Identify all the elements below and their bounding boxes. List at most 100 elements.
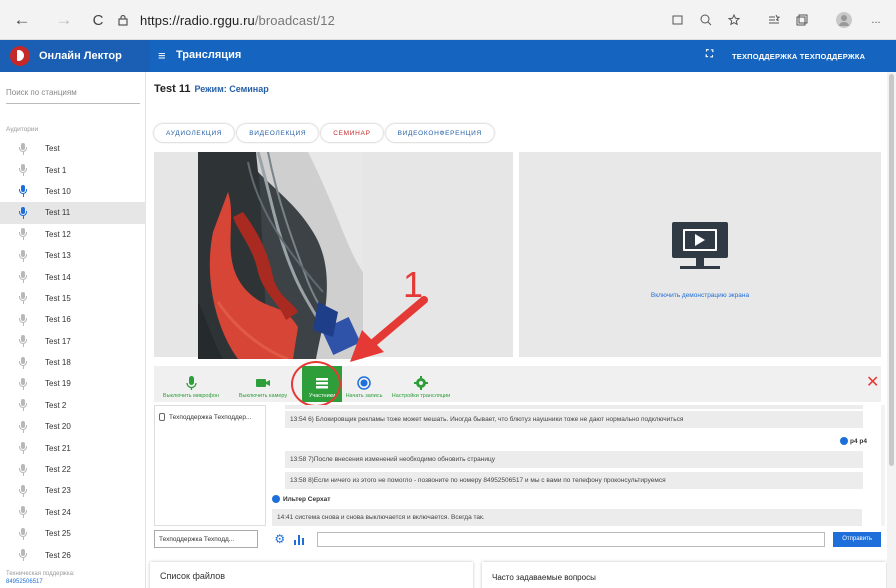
station-list: Test Test 1 Test 10 Test 11 Test 12 Test 13 Te…	[0, 138, 146, 566]
zoom-icon[interactable]	[696, 10, 716, 30]
cast-icon[interactable]	[668, 10, 688, 30]
brand[interactable]: Онлайн Лектор	[0, 40, 150, 72]
forward-icon[interactable]: →	[52, 8, 76, 32]
station-item[interactable]: Test 16	[0, 309, 146, 330]
station-title: Test 11	[154, 83, 191, 95]
favorites-list-icon[interactable]	[764, 10, 784, 30]
files-panel: Список файлов	[150, 562, 473, 588]
collections-icon[interactable]	[792, 10, 812, 30]
sender-select[interactable]: Техподдержка Техподд...	[154, 530, 258, 548]
header-title: Трансляция	[176, 49, 242, 61]
address-bar[interactable]: https://radio.rggu.ru/broadcast/12	[116, 8, 868, 32]
back-icon[interactable]: ←	[10, 8, 34, 32]
participant-name: Техподдержка Техподдер...	[169, 413, 252, 421]
station-item[interactable]: Test 12	[0, 224, 146, 245]
station-item[interactable]: Test 13	[0, 245, 146, 266]
station-item[interactable]: Test 25	[0, 523, 146, 544]
fullscreen-icon[interactable]: ⛶	[706, 49, 713, 60]
mode-tab[interactable]: ВИДЕОКОНФЕРЕНЦИЯ	[385, 124, 494, 142]
lock-icon	[116, 13, 130, 27]
station-search-input[interactable]	[6, 82, 140, 104]
station-label: Test 18	[45, 358, 71, 368]
chat-scrollbar[interactable]	[881, 405, 885, 526]
record-button[interactable]: Начать запись	[342, 366, 386, 402]
mode-tab[interactable]: ВИДЕОЛЕКЦИЯ	[237, 124, 319, 142]
station-item[interactable]: Test 10	[0, 181, 146, 202]
microphone-icon	[18, 527, 28, 540]
microphone-icon	[18, 420, 28, 433]
station-item[interactable]: Test 20	[0, 416, 146, 437]
mode-tab[interactable]: СЕМИНАР	[321, 124, 383, 142]
station-label: Test 2	[45, 400, 67, 410]
station-item[interactable]: Test 15	[0, 288, 146, 309]
gear-icon	[414, 376, 428, 390]
station-item[interactable]: Test 14	[0, 266, 146, 287]
main-content: Test 11 Режим: Семинар АУДИОЛЕКЦИЯ ВИДЕОЛЕ…	[146, 72, 886, 588]
broadcast-settings-button[interactable]: Настройки трансляции	[386, 366, 456, 402]
favorite-star-icon[interactable]	[724, 10, 744, 30]
camera-toggle-button[interactable]: Выключить камеру	[230, 366, 296, 402]
mic-icon	[159, 413, 165, 421]
gear-icon[interactable]: ⚙	[273, 532, 287, 546]
app-header: Онлайн Лектор ≡ Трансляция ⛶ ТЕХПОДДЕРЖК…	[0, 40, 896, 72]
station-item[interactable]: Test 26	[0, 544, 146, 565]
microphone-icon	[18, 228, 28, 241]
brand-name: Онлайн Лектор	[39, 50, 122, 62]
microphone-icon	[18, 506, 28, 519]
microphone-icon	[18, 356, 28, 369]
station-item[interactable]: Test 1	[0, 159, 146, 180]
station-item[interactable]: Test	[0, 138, 146, 159]
mode-tabs: АУДИОЛЕКЦИЯ ВИДЕОЛЕКЦИЯ СЕМИНАР ВИДЕОКОНФЕР…	[154, 124, 497, 142]
page-title: Test 11 Режим: Семинар	[154, 83, 269, 95]
microphone-icon	[18, 484, 28, 497]
station-item[interactable]: Test 24	[0, 502, 146, 523]
record-label: Начать запись	[345, 393, 383, 399]
mode-label: Режим: Семинар	[194, 84, 269, 94]
section-label: Аудитории	[6, 126, 39, 133]
station-label: Test 16	[45, 315, 71, 325]
mic-toggle-button[interactable]: Выключить микрофон	[154, 366, 228, 402]
profile-avatar-icon[interactable]	[834, 10, 854, 30]
microphone-icon	[18, 442, 28, 455]
menu-icon[interactable]: ≡	[158, 48, 166, 63]
station-item[interactable]: Test 23	[0, 480, 146, 501]
close-icon[interactable]: ✕	[866, 375, 879, 391]
microphone-icon	[18, 164, 28, 177]
station-label: Test	[45, 144, 60, 154]
settings-label: Настройки трансляции	[391, 393, 451, 399]
chat-message: 14:41 система снова и снова выключается …	[272, 509, 862, 526]
url-text: https://radio.rggu.ru/broadcast/12	[140, 12, 335, 28]
screen-share-link[interactable]: Включить демонстрацию экрана	[519, 292, 881, 299]
chat-message-clipped	[285, 405, 863, 409]
station-item[interactable]: Test 2	[0, 395, 146, 416]
station-item[interactable]: Test 21	[0, 437, 146, 458]
broadcast-toolbar: Выключить микрофон Выключить камеру Учас…	[154, 366, 881, 402]
microphone-icon	[18, 249, 28, 262]
station-item[interactable]: Test 17	[0, 331, 146, 352]
annotation-number: 1	[403, 264, 424, 305]
station-item[interactable]: Test 11	[0, 202, 146, 224]
station-label: Test 15	[45, 293, 71, 303]
page-scrollbar[interactable]	[887, 72, 896, 588]
microphone-icon	[18, 377, 28, 390]
reload-icon[interactable]: C	[86, 8, 110, 32]
user-icon	[840, 437, 848, 445]
participant-item[interactable]: Техподдержка Техподдер...	[159, 413, 251, 421]
mode-tab[interactable]: АУДИОЛЕКЦИЯ	[154, 124, 235, 142]
chat-message: 13:54 6) Блокировщик рекламы тоже может …	[285, 411, 863, 428]
more-icon[interactable]: ...	[866, 10, 886, 30]
send-button[interactable]: Отправить	[833, 531, 881, 547]
microphone-icon	[18, 463, 28, 476]
bar-chart-icon[interactable]	[293, 532, 307, 546]
message-input[interactable]	[316, 531, 826, 547]
microphone-icon	[184, 376, 198, 390]
annotation-arrow-icon	[350, 296, 428, 362]
faq-panel: Часто задаваемые вопросы	[482, 562, 886, 588]
user-name[interactable]: ТЕХПОДДЕРЖКА ТЕХПОДДЕРЖКА	[732, 52, 865, 61]
station-item[interactable]: Test 22	[0, 459, 146, 480]
support-phone[interactable]: 84952506517	[6, 578, 75, 586]
station-item[interactable]: Test 19	[0, 373, 146, 394]
station-label: Test 10	[45, 186, 71, 196]
browser-toolbar: ← → C https://radio.rggu.ru/broadcast/12…	[0, 0, 896, 40]
station-item[interactable]: Test 18	[0, 352, 146, 373]
